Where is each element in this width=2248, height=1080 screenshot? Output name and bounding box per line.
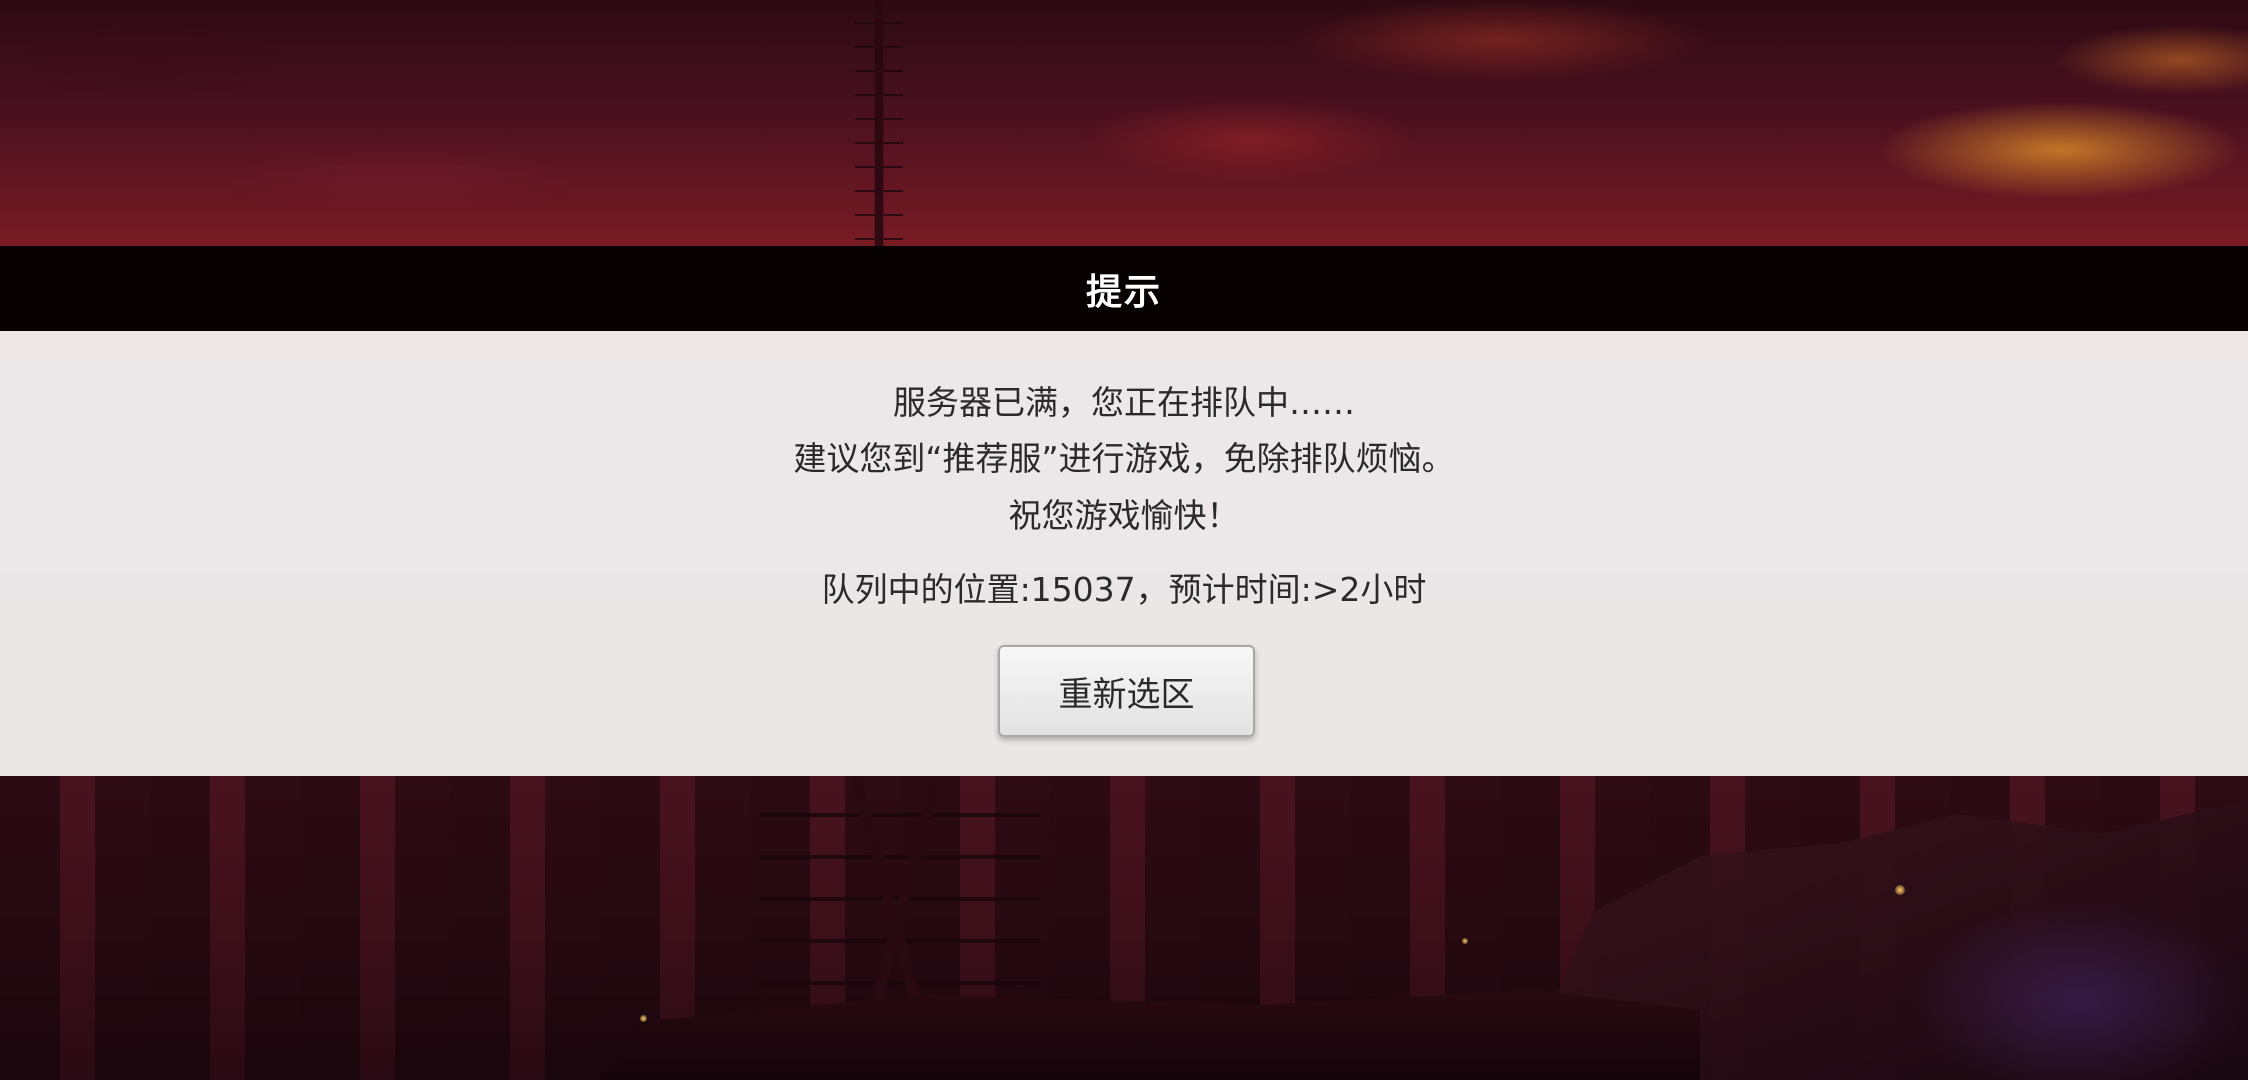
message-server-full: 服务器已满，您正在排队中……	[893, 383, 1355, 422]
message-recommend-server: 建议您到“推荐服”进行游戏，免除排队烦恼。	[793, 439, 1455, 478]
background-sky	[0, 0, 2248, 250]
dialog-title-bar: 提示	[0, 246, 2248, 331]
background-tower	[855, 0, 903, 250]
dialog-title: 提示	[1085, 271, 1162, 313]
ember-particle	[1895, 885, 1905, 895]
ember-particle	[640, 1015, 647, 1022]
ember-particle	[1462, 938, 1468, 944]
reselect-server-button[interactable]: 重新选区	[998, 645, 1255, 737]
reselect-server-label: 重新选区	[1058, 674, 1195, 715]
message-good-wishes: 祝您游戏愉快！	[1008, 496, 1240, 535]
game-screen: 提示 服务器已满，您正在排队中…… 建议您到“推荐服”进行游戏，免除排队烦恼。 …	[0, 0, 2248, 1080]
queue-position-text: 队列中的位置:15037，预计时间:>2小时	[821, 570, 1427, 609]
